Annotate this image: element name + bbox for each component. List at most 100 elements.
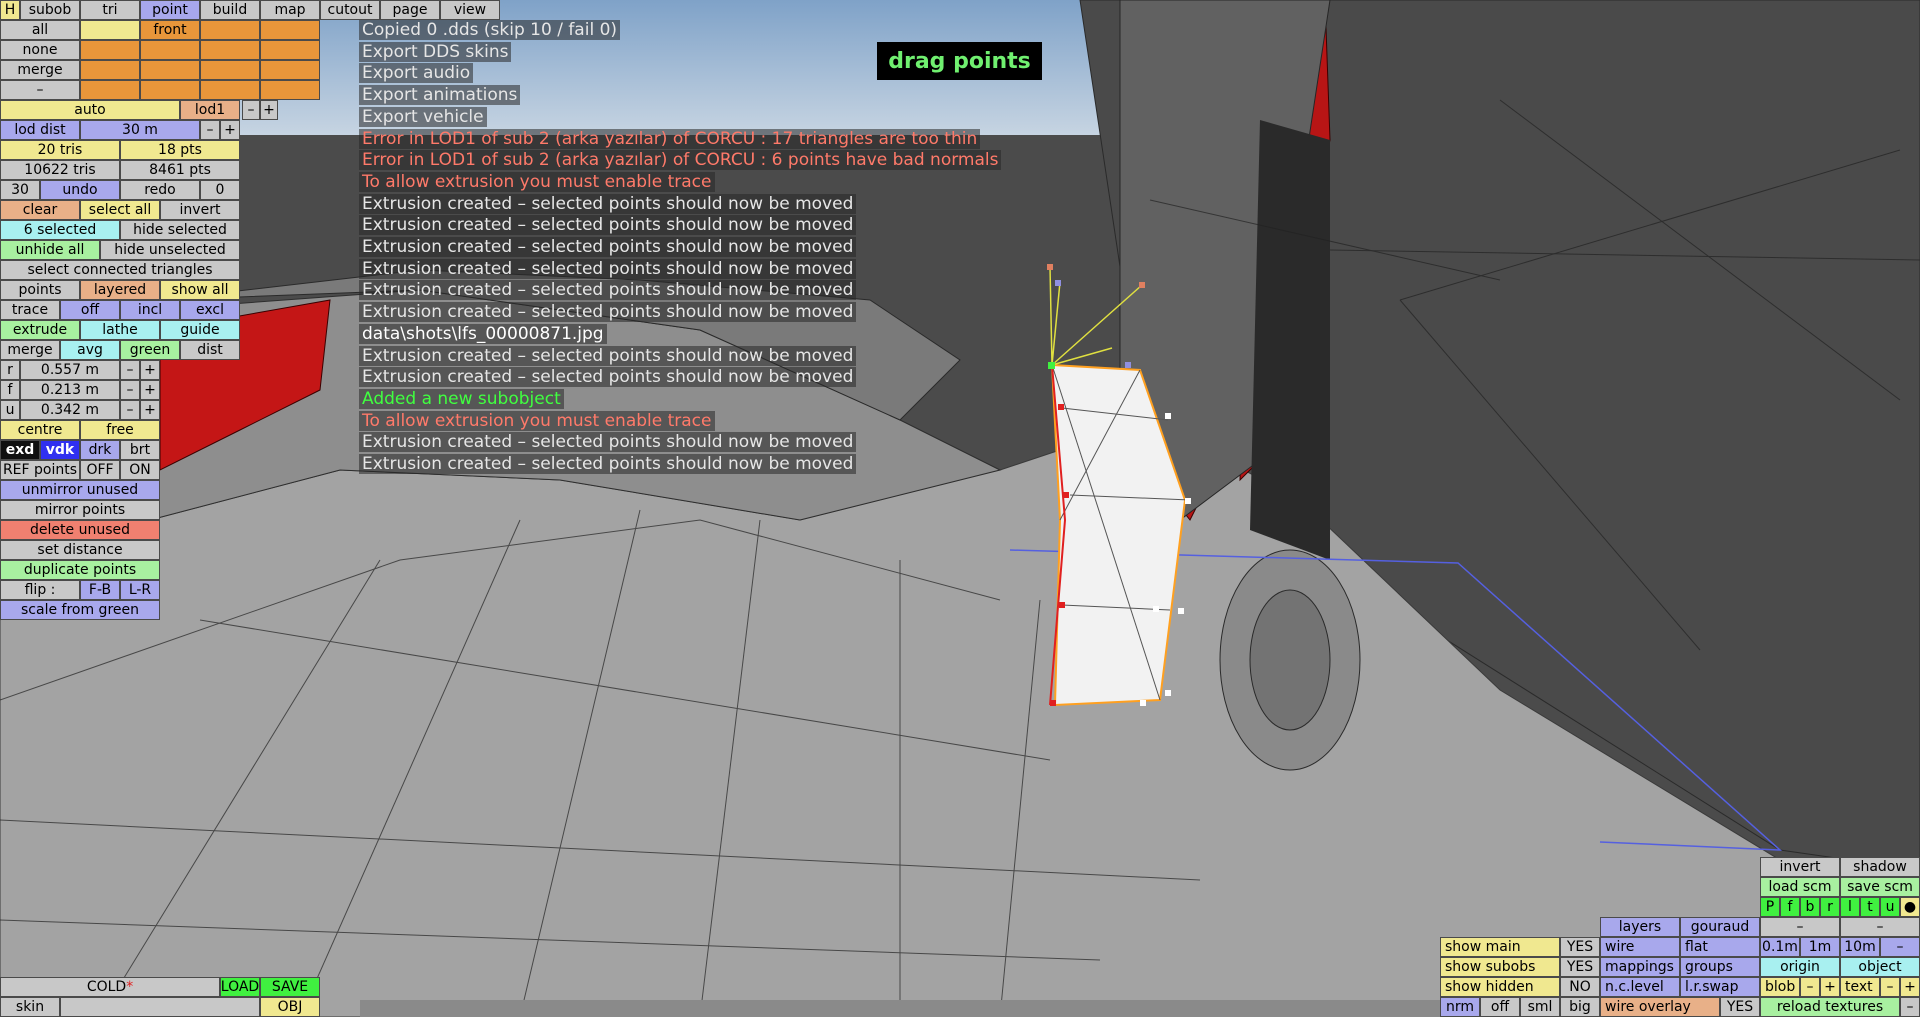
big-button[interactable]: big <box>1560 997 1600 1017</box>
lod-dist-value[interactable]: 30 m <box>80 120 200 140</box>
blob-plus-button[interactable]: + <box>1820 977 1840 997</box>
brt-button[interactable]: brt <box>120 440 160 460</box>
clear-button[interactable]: clear <box>0 200 80 220</box>
lr-swap-button[interactable]: l.r.swap <box>1680 977 1760 997</box>
layers-button[interactable]: layers <box>1600 917 1680 937</box>
reload-dash-button[interactable]: – <box>1900 997 1920 1017</box>
points-mode-button[interactable]: points <box>0 280 80 300</box>
unmirror-unused-button[interactable]: unmirror unused <box>0 480 160 500</box>
mirror-points-button[interactable]: mirror points <box>0 500 160 520</box>
reload-textures-button[interactable]: reload textures <box>1760 997 1900 1017</box>
lod-cell[interactable] <box>80 20 140 40</box>
ref-off-button[interactable]: OFF <box>80 460 120 480</box>
dim-f-value[interactable]: 0.213 m <box>20 380 120 400</box>
flat-button[interactable]: flat <box>1680 937 1760 957</box>
centre-button[interactable]: centre <box>0 420 80 440</box>
dim-r-value[interactable]: 0.557 m <box>20 360 120 380</box>
lod-cell[interactable] <box>260 80 320 100</box>
lod-cell[interactable] <box>260 20 320 40</box>
lod-merge-button[interactable]: merge <box>0 60 80 80</box>
lod-cell[interactable] <box>260 40 320 60</box>
duplicate-points-button[interactable]: duplicate points <box>0 560 160 580</box>
groups-button[interactable]: groups <box>1680 957 1760 977</box>
lod-cell[interactable] <box>140 40 200 60</box>
avg-button[interactable]: avg <box>60 340 120 360</box>
trace-excl-button[interactable]: excl <box>180 300 240 320</box>
channel-p-button[interactable]: P <box>1760 897 1780 917</box>
nrm-button[interactable]: nrm <box>1440 997 1480 1017</box>
layered-button[interactable]: layered <box>80 280 160 300</box>
extrude-button[interactable]: extrude <box>0 320 80 340</box>
lod1-button[interactable]: lod1 <box>180 100 240 120</box>
trace-incl-button[interactable]: incl <box>120 300 180 320</box>
load-button[interactable]: LOAD <box>220 977 260 997</box>
set-distance-button[interactable]: set distance <box>0 540 160 560</box>
show-all-button[interactable]: show all <box>160 280 240 300</box>
channel-r-button[interactable]: r <box>1820 897 1840 917</box>
drk-button[interactable]: drk <box>80 440 120 460</box>
channel-f-button[interactable]: f <box>1780 897 1800 917</box>
flip-lr-button[interactable]: L-R <box>120 580 160 600</box>
lod-cell[interactable] <box>200 20 260 40</box>
dash-button[interactable]: – <box>1840 917 1920 937</box>
unhide-all-button[interactable]: unhide all <box>0 240 100 260</box>
undo-button[interactable]: undo <box>40 180 120 200</box>
show-hidden-value[interactable]: NO <box>1560 977 1600 997</box>
gouraud-button[interactable]: gouraud <box>1680 917 1760 937</box>
tab-build[interactable]: build <box>200 0 260 20</box>
shadow-button[interactable]: shadow <box>1840 857 1920 877</box>
dim-u-minus-button[interactable]: – <box>120 400 140 420</box>
text-button[interactable]: text <box>1840 977 1880 997</box>
lod-dash-button[interactable]: – <box>0 80 80 100</box>
dim-r-minus-button[interactable]: – <box>120 360 140 380</box>
h-toggle-button[interactable]: H <box>0 0 20 20</box>
dim-f-plus-button[interactable]: + <box>140 380 160 400</box>
lod-dist-minus-button[interactable]: – <box>200 120 220 140</box>
blob-button[interactable]: blob <box>1760 977 1800 997</box>
nc-level-button[interactable]: n.c.level <box>1600 977 1680 997</box>
tab-subob[interactable]: subob <box>20 0 80 20</box>
lod-cell[interactable] <box>200 80 260 100</box>
wire-overlay-value[interactable]: YES <box>1720 997 1760 1017</box>
lod-cell[interactable] <box>80 60 140 80</box>
obj-button[interactable]: OBJ <box>260 997 320 1017</box>
redo-button[interactable]: redo <box>120 180 200 200</box>
tab-map[interactable]: map <box>260 0 320 20</box>
lathe-button[interactable]: lathe <box>80 320 160 340</box>
show-hidden-button[interactable]: show hidden <box>1440 977 1560 997</box>
save-scm-button[interactable]: save scm <box>1840 877 1920 897</box>
lod-cell[interactable] <box>260 60 320 80</box>
channel-t-button[interactable]: t <box>1860 897 1880 917</box>
lod-dist-plus-button[interactable]: + <box>220 120 240 140</box>
select-all-button[interactable]: select all <box>80 200 160 220</box>
lod-cell[interactable] <box>80 40 140 60</box>
mappings-button[interactable]: mappings <box>1600 957 1680 977</box>
select-connected-button[interactable]: select connected triangles <box>0 260 240 280</box>
lod-cell[interactable] <box>80 80 140 100</box>
green-button[interactable]: green <box>120 340 180 360</box>
object-button[interactable]: object <box>1840 957 1920 977</box>
text-plus-button[interactable]: + <box>1900 977 1920 997</box>
channel-l-button[interactable]: l <box>1840 897 1860 917</box>
grid-01m-button[interactable]: 0.1m <box>1760 937 1800 957</box>
text-minus-button[interactable]: – <box>1880 977 1900 997</box>
merge-button[interactable]: merge <box>0 340 60 360</box>
file-name-field[interactable]: COLD * <box>0 977 220 997</box>
lod-cell[interactable] <box>200 60 260 80</box>
lod-plus-button[interactable]: + <box>260 100 278 120</box>
show-main-value[interactable]: YES <box>1560 937 1600 957</box>
load-scm-button[interactable]: load scm <box>1760 877 1840 897</box>
view-invert-button[interactable]: invert <box>1760 857 1840 877</box>
grid-10m-button[interactable]: 10m <box>1840 937 1880 957</box>
origin-button[interactable]: origin <box>1760 957 1840 977</box>
lod-minus-button[interactable]: – <box>242 100 260 120</box>
dash-button[interactable]: – <box>1760 917 1840 937</box>
grid-dash-button[interactable]: – <box>1880 937 1920 957</box>
wire-overlay-button[interactable]: wire overlay <box>1600 997 1720 1017</box>
dim-f-minus-button[interactable]: – <box>120 380 140 400</box>
dim-r-plus-button[interactable]: + <box>140 360 160 380</box>
show-main-button[interactable]: show main <box>1440 937 1560 957</box>
exd-button[interactable]: exd <box>0 440 40 460</box>
sml-button[interactable]: sml <box>1520 997 1560 1017</box>
lod-all-button[interactable]: all <box>0 20 80 40</box>
